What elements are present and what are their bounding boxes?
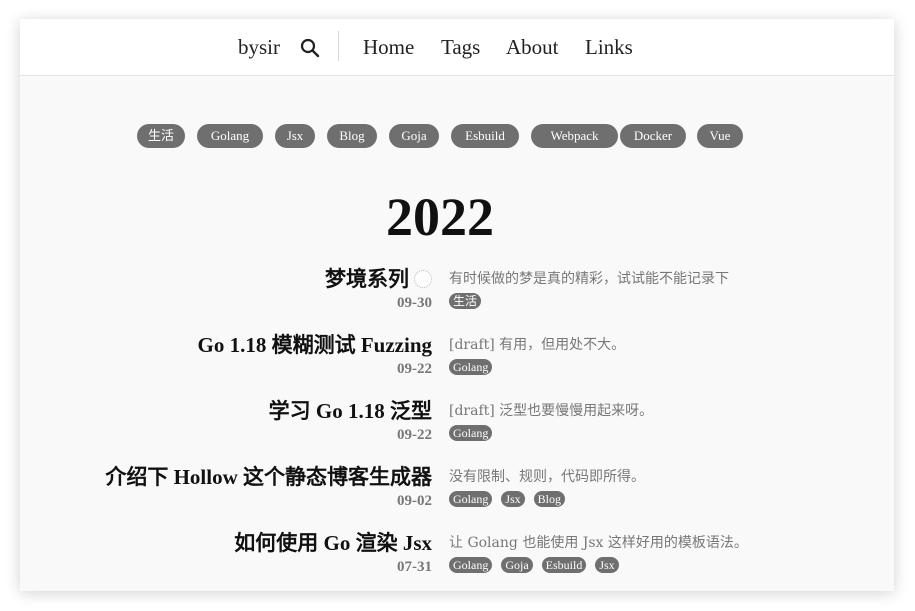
search-icon[interactable] xyxy=(300,38,320,58)
cloud-icon xyxy=(414,270,432,288)
post-date: 09-22 xyxy=(397,427,432,443)
post-tag[interactable]: Esbuild xyxy=(541,557,587,573)
post-tag[interactable]: Golang xyxy=(449,491,493,507)
post-tags: Golang Jsx Blog xyxy=(449,491,574,507)
post-title[interactable]: 学习 Go 1.18 泛型 xyxy=(269,398,432,424)
post-date: 07-31 xyxy=(397,559,432,575)
tag-docker[interactable]: Docker xyxy=(620,124,686,148)
post-item: 介绍下 Hollow 这个静态博客生成器 09-02 没有限制、规则，代码即所得… xyxy=(20,464,894,524)
site-header: bysir Home Tags About Links xyxy=(20,19,894,76)
post-tag[interactable]: Golang xyxy=(449,557,493,573)
year-heading: 2022 xyxy=(386,187,494,247)
tag-webpack[interactable]: Webpack xyxy=(531,124,618,148)
tag-life[interactable]: 生活 xyxy=(137,124,185,148)
nav-tags[interactable]: Tags xyxy=(441,34,480,60)
nav-about[interactable]: About xyxy=(506,34,559,60)
post-item: 学习 Go 1.18 泛型 09-22 [draft] 泛型也要慢慢用起来呀。 … xyxy=(20,398,894,458)
post-description: 有时候做的梦是真的精彩，试试能不能记录下 xyxy=(449,271,729,287)
tag-blog[interactable]: Blog xyxy=(327,124,377,148)
post-item: Go 1.18 模糊测试 Fuzzing 09-22 [draft] 有用，但用… xyxy=(20,332,894,392)
post-description: [draft] 有用，但用处不大。 xyxy=(449,337,626,353)
tag-vue[interactable]: Vue xyxy=(697,124,743,148)
post-title[interactable]: 如何使用 Go 渲染 Jsx xyxy=(234,530,432,556)
post-description: 没有限制、规则，代码即所得。 xyxy=(449,469,645,485)
post-tag[interactable]: 生活 xyxy=(449,293,482,309)
browser-page: bysir Home Tags About Links 生活 Golang Js… xyxy=(20,19,894,591)
tag-goja[interactable]: Goja xyxy=(389,124,439,148)
nav-home[interactable]: Home xyxy=(363,34,414,60)
post-item: 如何使用 Go 渲染 Jsx 07-31 让 Golang 也能使用 Jsx 这… xyxy=(20,530,894,590)
post-tag[interactable]: Goja xyxy=(501,557,533,573)
post-title[interactable]: 介绍下 Hollow 这个静态博客生成器 xyxy=(105,464,432,490)
post-description: [draft] 泛型也要慢慢用起来呀。 xyxy=(449,403,654,419)
tag-filter-bar: 生活 Golang Jsx Blog Goja Esbuild Webpack … xyxy=(20,124,894,150)
site-brand[interactable]: bysir xyxy=(238,34,280,60)
post-tags: Golang Goja Esbuild Jsx xyxy=(449,557,628,573)
post-item: 梦境系列 09-30 有时候做的梦是真的精彩，试试能不能记录下 生活 xyxy=(20,266,894,326)
header-divider xyxy=(338,31,339,61)
post-tags: Golang xyxy=(449,359,501,375)
post-tag[interactable]: Golang xyxy=(449,359,493,375)
post-tag[interactable]: Blog xyxy=(533,491,566,507)
post-tag[interactable]: Jsx xyxy=(501,491,525,507)
post-title[interactable]: Go 1.18 模糊测试 Fuzzing xyxy=(198,332,433,358)
post-title-text[interactable]: 梦境系列 xyxy=(325,267,409,291)
tag-jsx[interactable]: Jsx xyxy=(275,124,315,148)
tag-golang[interactable]: Golang xyxy=(197,124,263,148)
post-date: 09-22 xyxy=(397,361,432,377)
post-tag[interactable]: Golang xyxy=(449,425,493,441)
post-title[interactable]: 梦境系列 xyxy=(325,266,432,292)
post-date: 09-02 xyxy=(397,493,432,509)
tag-esbuild[interactable]: Esbuild xyxy=(451,124,519,148)
nav-links[interactable]: Links xyxy=(585,34,633,60)
post-tag[interactable]: Jsx xyxy=(595,557,619,573)
post-date: 09-30 xyxy=(397,295,432,311)
post-tags: 生活 xyxy=(449,293,490,309)
post-description: 让 Golang 也能使用 Jsx 这样好用的模板语法。 xyxy=(449,535,748,551)
post-tags: Golang xyxy=(449,425,501,441)
